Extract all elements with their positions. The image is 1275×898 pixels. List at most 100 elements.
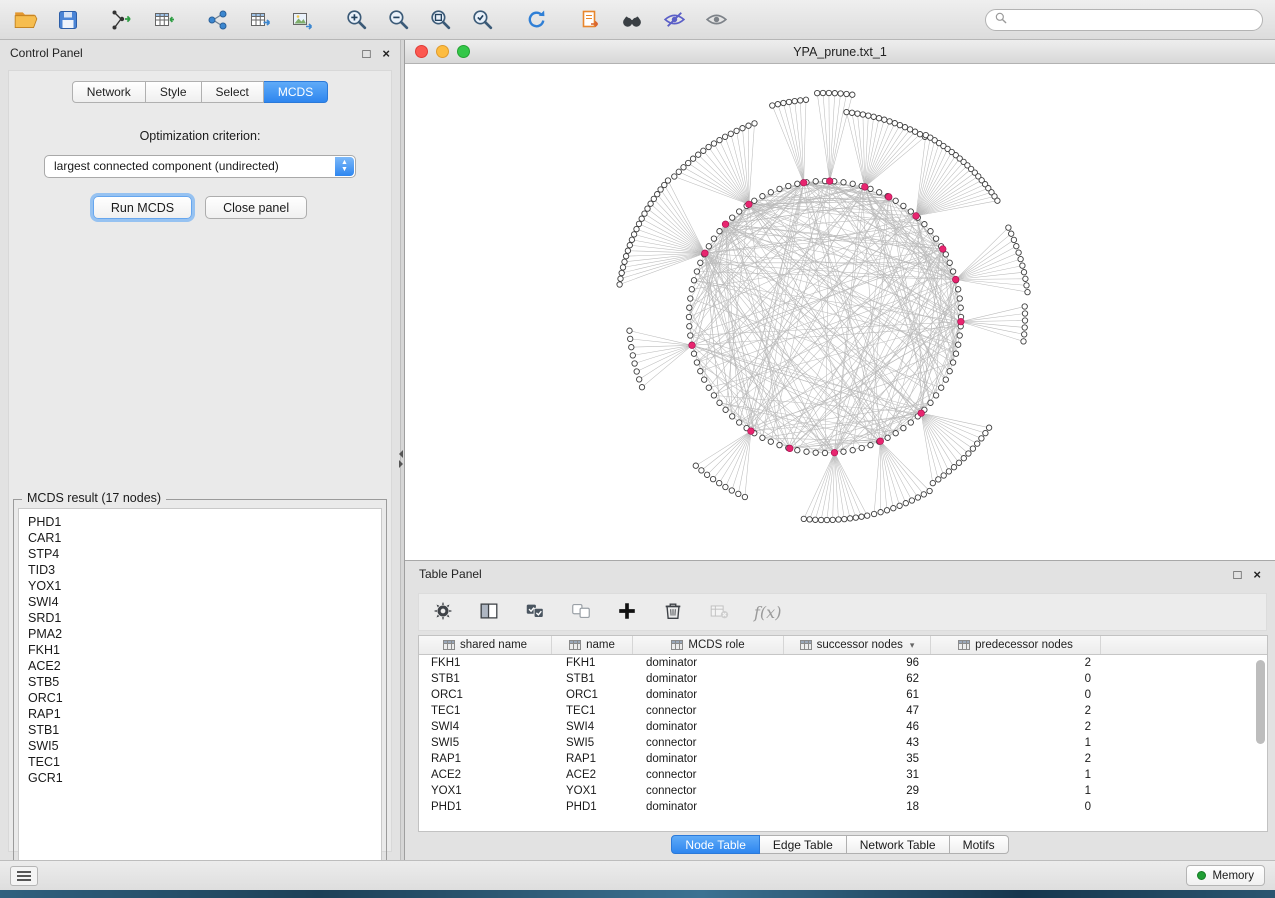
select-all-icon[interactable] (524, 600, 546, 625)
column-header-predecessor-nodes[interactable]: predecessor nodes (931, 636, 1101, 654)
result-item[interactable]: PHD1 (19, 514, 381, 530)
main-toolbar (0, 0, 1275, 40)
result-item[interactable]: STP4 (19, 546, 381, 562)
close-window-icon[interactable] (415, 45, 428, 58)
result-item[interactable]: GCR1 (19, 770, 381, 786)
zoom-out-icon[interactable] (384, 6, 412, 34)
result-item[interactable]: STB5 (19, 674, 381, 690)
node-table: shared name name MCDS rolesuccessor nodes▾… (418, 635, 1268, 832)
eye-icon[interactable] (702, 6, 730, 34)
memory-button[interactable]: Memory (1186, 865, 1265, 886)
cell-pred: 2 (931, 721, 1101, 733)
export-image-icon[interactable] (288, 6, 316, 34)
cell-shared_name: RAP1 (419, 753, 552, 765)
export-network-icon[interactable] (204, 6, 232, 34)
result-item[interactable]: STB1 (19, 722, 381, 738)
control-panel-header: Control Panel □ × (0, 40, 400, 66)
tab-motifs[interactable]: Motifs (950, 835, 1009, 854)
cell-role: dominator (633, 673, 784, 685)
splitter-collapse-icon[interactable] (399, 450, 403, 468)
table-row[interactable]: ORC1ORC1dominator610 (419, 687, 1267, 703)
cell-role: connector (633, 705, 784, 717)
menu-list-icon[interactable] (10, 866, 38, 886)
table-row[interactable]: SWI5SWI5connector431 (419, 735, 1267, 751)
table-header: shared name name MCDS rolesuccessor nodes▾… (419, 636, 1267, 655)
binoculars-icon[interactable] (618, 6, 646, 34)
close-table-panel-icon[interactable]: × (1253, 568, 1261, 581)
float-panel-icon[interactable]: □ (363, 47, 371, 60)
zoom-in-icon[interactable] (342, 6, 370, 34)
cell-role: dominator (633, 753, 784, 765)
zoom-selected-icon[interactable] (468, 6, 496, 34)
scrollbar-thumb[interactable] (1256, 660, 1265, 744)
result-item[interactable]: YOX1 (19, 578, 381, 594)
result-item[interactable]: RAP1 (19, 706, 381, 722)
save-icon[interactable] (54, 6, 82, 34)
table-row[interactable]: ACE2ACE2connector311 (419, 767, 1267, 783)
search-input[interactable] (985, 9, 1263, 31)
deselect-all-icon[interactable] (570, 600, 592, 625)
tab-select[interactable]: Select (202, 81, 264, 103)
float-table-panel-icon[interactable]: □ (1234, 568, 1242, 581)
zoom-fit-icon[interactable] (426, 6, 454, 34)
result-item[interactable]: SRD1 (19, 610, 381, 626)
cell-pred: 2 (931, 753, 1101, 765)
tab-mcds[interactable]: MCDS (264, 81, 328, 103)
result-item[interactable]: TID3 (19, 562, 381, 578)
import-table-icon[interactable] (150, 6, 178, 34)
column-header-MCDS-role[interactable]: MCDS role (633, 636, 784, 654)
tab-style[interactable]: Style (146, 81, 202, 103)
tab-network[interactable]: Network (72, 81, 146, 103)
column-header-successor-nodes[interactable]: successor nodes▾ (784, 636, 931, 654)
file-group (12, 6, 82, 34)
table-row[interactable]: TEC1TEC1connector472 (419, 703, 1267, 719)
trash-icon[interactable] (662, 600, 684, 625)
close-panel-icon[interactable]: × (382, 47, 390, 60)
network-canvas[interactable] (405, 64, 1275, 560)
view-group (576, 6, 730, 34)
close-panel-button[interactable]: Close panel (205, 196, 307, 219)
result-item[interactable]: ACE2 (19, 658, 381, 674)
result-item[interactable]: TEC1 (19, 754, 381, 770)
add-icon[interactable] (616, 600, 638, 625)
table-row[interactable]: FKH1FKH1dominator962 (419, 655, 1267, 671)
result-item[interactable]: CAR1 (19, 530, 381, 546)
result-item[interactable]: SWI4 (19, 594, 381, 610)
table-row[interactable]: PHD1PHD1dominator180 (419, 799, 1267, 815)
maximize-window-icon[interactable] (457, 45, 470, 58)
open-folder-icon[interactable] (12, 6, 40, 34)
result-item[interactable]: PMA2 (19, 626, 381, 642)
run-mcds-button[interactable]: Run MCDS (93, 196, 192, 219)
minimize-window-icon[interactable] (436, 45, 449, 58)
column-header-name[interactable]: name (552, 636, 633, 654)
export-group (204, 6, 316, 34)
tab-node-table[interactable]: Node Table (671, 835, 760, 854)
result-item[interactable]: ORC1 (19, 690, 381, 706)
eye-slash-icon[interactable] (660, 6, 688, 34)
import-network-icon[interactable] (108, 6, 136, 34)
result-item[interactable]: FKH1 (19, 642, 381, 658)
table-row[interactable]: RAP1RAP1dominator352 (419, 751, 1267, 767)
cell-pred: 2 (931, 657, 1101, 669)
cell-name: STB1 (552, 673, 633, 685)
column-header-label: name (586, 639, 615, 651)
table-row[interactable]: SWI4SWI4dominator462 (419, 719, 1267, 735)
control-panel-body: NetworkStyleSelectMCDS Optimization crit… (8, 70, 392, 852)
tab-edge-table[interactable]: Edge Table (760, 835, 847, 854)
table-row[interactable]: YOX1YOX1connector291 (419, 783, 1267, 799)
tab-network-table[interactable]: Network Table (847, 835, 950, 854)
column-header-shared-name[interactable]: shared name (419, 636, 552, 654)
table-scrollbar[interactable] (1256, 658, 1265, 827)
table-row[interactable]: STB1STB1dominator620 (419, 671, 1267, 687)
optimization-criterion-select[interactable]: largest connected component (undirected)… (44, 155, 356, 178)
gear-icon[interactable] (432, 600, 454, 625)
result-item[interactable]: SWI5 (19, 738, 381, 754)
optimization-criterion-label: Optimization criterion: (9, 129, 391, 143)
cell-name: TEC1 (552, 705, 633, 717)
columns-icon[interactable] (478, 600, 500, 625)
cell-succ: 35 (784, 753, 931, 765)
refresh-icon[interactable] (522, 6, 550, 34)
cell-pred: 1 (931, 785, 1101, 797)
export-table-icon[interactable] (246, 6, 274, 34)
clipboard-share-icon[interactable] (576, 6, 604, 34)
